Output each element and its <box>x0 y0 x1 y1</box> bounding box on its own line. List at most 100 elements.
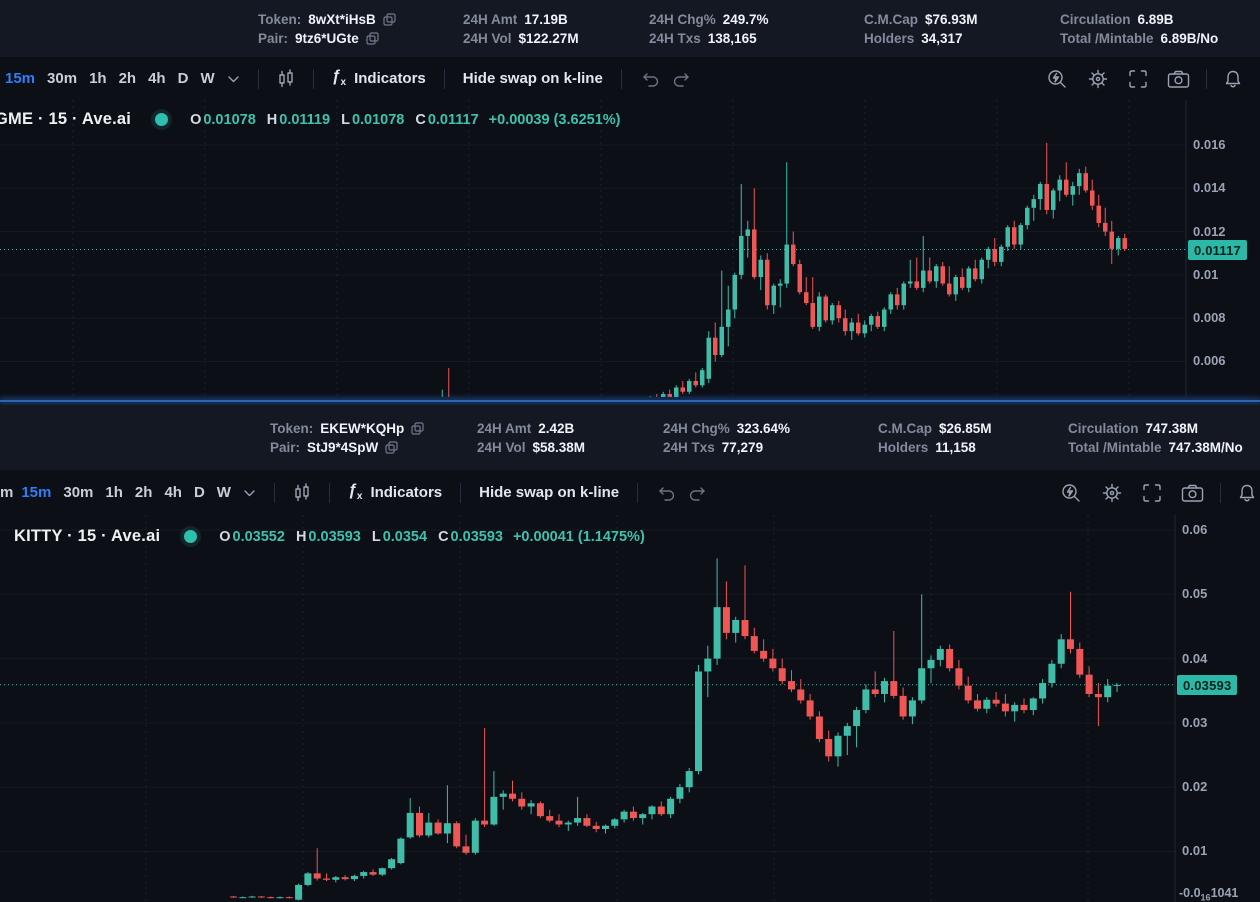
price-tick: 0.008 <box>1193 310 1226 326</box>
fullscreen-icon[interactable] <box>1128 69 1148 89</box>
last-price-tag-kitty: 0.03593 <box>1177 674 1238 695</box>
close-label: C <box>438 528 449 545</box>
total-mintable-label: Total /Mintable <box>1068 439 1162 455</box>
bell-icon[interactable] <box>1223 69 1243 89</box>
chart-legend-kitty: KITTY · 15 · Ave.ai O 0.03552 H 0.03593 L0… <box>14 527 645 546</box>
redo-icon[interactable] <box>672 70 692 88</box>
timeframe-w[interactable]: W <box>217 484 231 501</box>
chevron-down-icon[interactable] <box>243 488 256 498</box>
symbol-title: GME · 15 · Ave.ai <box>0 110 132 128</box>
high-value: 0.03593 <box>308 528 361 545</box>
pair-value: StJ9*4SpW <box>307 439 379 455</box>
price-tick: 0.01 <box>1182 843 1208 859</box>
timeframe-15m[interactable]: 15m <box>5 70 35 87</box>
timeframe-15m[interactable]: 15m <box>21 484 51 501</box>
total-mintable-label: Total /Mintable <box>1060 30 1154 46</box>
symbol-title: KITTY · 15 · Ave.ai <box>14 527 161 545</box>
price-tick: 0.04 <box>1182 650 1208 666</box>
chg-label: 24H Chg% <box>649 11 716 27</box>
cap-label: C.M.Cap <box>864 11 918 27</box>
undo-icon[interactable] <box>640 70 660 88</box>
amt-value: 17.19B <box>524 11 568 27</box>
cap-value: $26.85M <box>939 420 992 436</box>
holders-value: 11,158 <box>935 439 976 455</box>
chart-canvas-kitty[interactable] <box>0 515 1260 902</box>
hide-swap-button[interactable]: Hide swap on k-line <box>479 484 619 501</box>
indicators-button[interactable]: ƒx Indicators <box>348 482 442 502</box>
chevron-down-icon[interactable] <box>227 74 240 84</box>
gear-icon[interactable] <box>1101 482 1123 504</box>
timeframe-4h[interactable]: 4h <box>148 70 166 87</box>
token-value: EKEW*KQHp <box>320 420 405 436</box>
low-label: L <box>341 111 350 128</box>
change-value: +0.00041 (1.1475%) <box>512 528 645 545</box>
timeframe-1h[interactable]: 1h <box>89 70 107 87</box>
chart-legend-gme: GME · 15 · Ave.ai O 0.01078 H 0.01119 L 0.0… <box>0 110 620 129</box>
fullscreen-icon[interactable] <box>1142 483 1162 503</box>
chg-label: 24H Chg% <box>663 420 730 436</box>
timeframe-30m[interactable]: 30m <box>63 484 93 501</box>
vol-value: $122.27M <box>518 30 579 46</box>
price-tick: 0.014 <box>1193 180 1226 196</box>
copy-token-button[interactable] <box>411 421 424 435</box>
low-label: L <box>371 528 381 545</box>
price-axis-kitty[interactable]: 0.06 0.05 0.04 0.03 0.02 0.01 -0.0161041 <box>1175 515 1260 902</box>
copy-pair-button[interactable] <box>385 440 398 454</box>
token-info-bar-2: Token: EKEW*KQHp Pair: StJ9*4SpW 24H Amt 2.… <box>0 405 1260 470</box>
price-tick: 0.03 <box>1182 714 1208 730</box>
amount-column: 24H Amt 2.42B 24H Vol $58.38M <box>477 421 585 455</box>
timeframe-partial[interactable]: m <box>0 484 13 501</box>
timeframe-4h[interactable]: 4h <box>164 484 182 501</box>
flash-search-icon[interactable] <box>1046 68 1068 90</box>
copy-pair-button[interactable] <box>366 31 379 45</box>
vol-value: $58.38M <box>532 439 586 455</box>
change-column: 24H Chg% 249.7% 24H Txs 138,165 <box>649 12 769 46</box>
chart-toolbar-2: m 15m 30m 1h 2h 4h D W ƒx Indicators Hid… <box>0 470 1260 515</box>
timeframe-2h[interactable]: 2h <box>135 484 153 501</box>
fx-icon: ƒx <box>347 482 363 503</box>
token-pair-column: Token: EKEW*KQHp Pair: StJ9*4SpW <box>270 421 424 455</box>
candlestick-chart-gme[interactable]: GME · 15 · Ave.ai O 0.01078 H 0.01119 L 0.0… <box>0 100 1260 397</box>
circulation-label: Circulation <box>1060 11 1131 27</box>
undo-icon[interactable] <box>656 484 676 502</box>
supply-column: Circulation 6.89B Total /Mintable 6.89B/No <box>1060 12 1218 46</box>
change-column: 24H Chg% 323.64% 24H Txs 77,279 <box>663 421 790 455</box>
cap-value: $76.93M <box>925 11 978 27</box>
last-price-tag-gme: 0.01117 <box>1188 239 1247 260</box>
cap-column: C.M.Cap $76.93M Holders 34,317 <box>864 12 978 46</box>
price-tick: 0.006 <box>1193 353 1226 369</box>
panel-divider[interactable] <box>0 397 1260 405</box>
price-tick: 0.016 <box>1193 136 1226 152</box>
candle-style-icon[interactable] <box>293 482 311 503</box>
hide-swap-button[interactable]: Hide swap on k-line <box>463 70 603 87</box>
price-tick: 0.01 <box>1193 266 1219 282</box>
open-value: 0.01078 <box>203 111 256 128</box>
price-tick: 0.012 <box>1193 223 1226 239</box>
camera-icon[interactable] <box>1181 483 1204 503</box>
token-value: 8wXt*iHsB <box>308 11 376 27</box>
candlestick-chart-kitty[interactable]: KITTY · 15 · Ave.ai O 0.03552 H 0.03593 L0… <box>0 515 1260 902</box>
timeframe-d[interactable]: D <box>194 484 205 501</box>
low-value: 0.0354 <box>382 528 428 545</box>
indicators-label: Indicators <box>370 484 443 501</box>
chart-canvas-gme[interactable] <box>0 100 1260 397</box>
timeframe-d[interactable]: D <box>178 70 189 87</box>
bell-icon[interactable] <box>1237 483 1257 503</box>
fx-icon: ƒx <box>331 68 347 89</box>
open-label: O <box>219 528 231 545</box>
candle-style-icon[interactable] <box>277 68 295 89</box>
timeframe-1h[interactable]: 1h <box>105 484 123 501</box>
status-dot-icon <box>184 530 198 543</box>
gear-icon[interactable] <box>1087 68 1109 90</box>
indicators-button[interactable]: ƒx Indicators <box>332 68 426 88</box>
redo-icon[interactable] <box>688 484 708 502</box>
indicators-label: Indicators <box>354 70 426 87</box>
amount-column: 24H Amt 17.19B 24H Vol $122.27M <box>463 12 579 46</box>
camera-icon[interactable] <box>1167 69 1190 89</box>
timeframe-2h[interactable]: 2h <box>119 70 137 87</box>
copy-token-button[interactable] <box>383 12 396 26</box>
timeframe-30m[interactable]: 30m <box>47 70 77 87</box>
price-tick: 0.06 <box>1182 522 1208 537</box>
flash-search-icon[interactable] <box>1060 482 1082 504</box>
timeframe-w[interactable]: W <box>200 70 214 87</box>
